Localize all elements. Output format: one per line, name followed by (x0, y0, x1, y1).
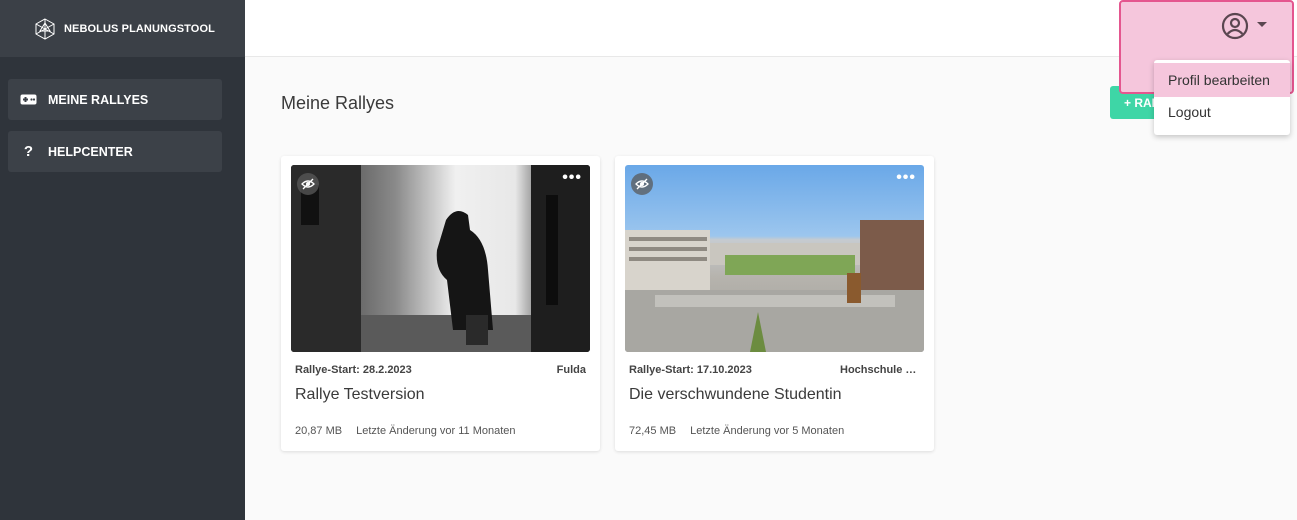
gamepad-icon (20, 94, 37, 105)
sidebar: NEBOLUS PLANUNGSTOOL MEINE RALLYES ? HEL… (0, 0, 245, 520)
rallye-location: Fulda (556, 364, 586, 376)
rallye-start-date: Rallye-Start: 17.10.2023 (629, 364, 752, 376)
question-icon: ? (23, 143, 34, 160)
brand-title: NEBOLUS PLANUNGSTOOL (64, 22, 215, 35)
card-info: 72,45 MB Letzte Änderung vor 5 Monaten (629, 425, 844, 437)
profile-dropdown: Profil bearbeiten Logout (1154, 60, 1290, 135)
menu-item-logout[interactable]: Logout (1154, 95, 1290, 129)
rallye-modified: Letzte Änderung vor 11 Monaten (356, 425, 516, 437)
rallye-title: Die verschwundene Studentin (629, 386, 842, 403)
more-options-icon[interactable]: ••• (896, 170, 916, 186)
account-circle-icon[interactable] (1221, 12, 1249, 40)
rallye-cover-image: ••• (291, 165, 590, 352)
menu-item-profil-bearbeiten[interactable]: Profil bearbeiten (1154, 63, 1290, 97)
sidebar-item-label: HELPCENTER (48, 144, 133, 159)
network-logo-icon (35, 17, 55, 40)
card-info: 20,87 MB Letzte Änderung vor 11 Monaten (295, 425, 516, 437)
brand[interactable]: NEBOLUS PLANUNGSTOOL (0, 0, 245, 57)
caret-down-icon[interactable] (1257, 22, 1267, 27)
rallye-card[interactable]: ••• Rallye-Start: 17.10.2023 Hochschule … (615, 156, 934, 451)
rallye-title: Rallye Testversion (295, 386, 425, 403)
sidebar-item-helpcenter[interactable]: ? HELPCENTER (8, 131, 222, 172)
eye-off-icon[interactable] (631, 173, 653, 195)
rallye-start-date: Rallye-Start: 28.2.2023 (295, 364, 412, 376)
more-options-icon[interactable]: ••• (562, 170, 582, 186)
rallye-card[interactable]: ••• Rallye-Start: 28.2.2023 Fulda Rallye… (281, 156, 600, 451)
page-title: Meine Rallyes (281, 93, 395, 113)
card-meta: Rallye-Start: 28.2.2023 Fulda (295, 364, 586, 376)
sidebar-item-label: MEINE RALLYES (48, 92, 149, 107)
card-meta: Rallye-Start: 17.10.2023 Hochschule Fuld… (629, 364, 920, 376)
rallye-modified: Letzte Änderung vor 5 Monaten (690, 425, 845, 437)
rallye-cover-image: ••• (625, 165, 924, 352)
rallye-location: Hochschule Fulda (840, 364, 920, 376)
sidebar-item-meine-rallyes[interactable]: MEINE RALLYES (8, 79, 222, 120)
eye-off-icon[interactable] (297, 173, 319, 195)
rallye-size: 20,87 MB (295, 425, 343, 437)
rallye-size: 72,45 MB (629, 425, 677, 437)
